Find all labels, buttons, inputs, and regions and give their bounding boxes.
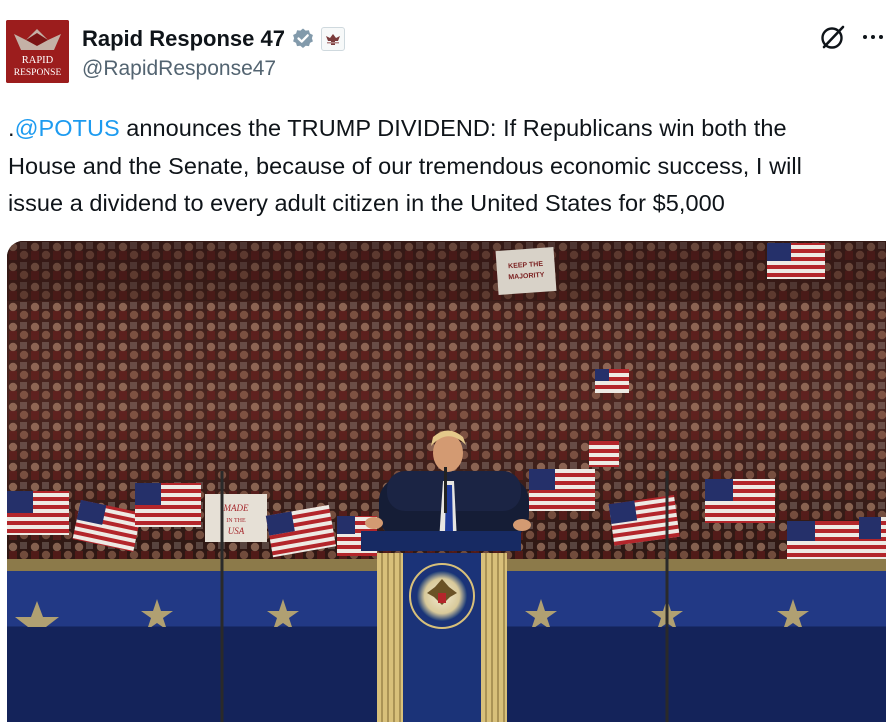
tweet-media-image[interactable]: KEEP THE MAJORITY MADE IN THE USA xyxy=(7,241,886,722)
presidential-podium xyxy=(361,531,521,722)
name-row: Rapid Response 47 xyxy=(82,24,345,54)
tweet-line-3: issue a dividend to every adult citizen … xyxy=(8,190,725,216)
tweet-text: .@POTUS announces the TRUMP DIVIDEND: If… xyxy=(8,110,878,223)
sign-keep-the-majority: KEEP THE MAJORITY xyxy=(495,247,557,295)
sign-made-in-usa: MADE IN THE USA xyxy=(205,494,267,542)
tweet-line-1: .@POTUS announces the TRUMP DIVIDEND: If… xyxy=(8,110,878,148)
grok-slash-circle-icon[interactable] xyxy=(818,22,848,52)
mention-link[interactable]: @POTUS xyxy=(15,115,120,141)
tweet-header: RAPID RESPONSE Rapid Response 47 @RapidR… xyxy=(0,0,886,100)
tweet-prefix: . xyxy=(8,115,15,141)
avatar[interactable]: RAPID RESPONSE xyxy=(6,20,69,83)
avatar-text-1: RAPID xyxy=(22,55,54,66)
eagle-seal-icon xyxy=(325,34,340,45)
verified-badge-icon[interactable] xyxy=(291,27,315,51)
tweet-line-1-text: announces the TRUMP DIVIDEND: If Republi… xyxy=(119,115,787,141)
more-dots-icon[interactable] xyxy=(860,24,886,50)
tweet-line-2: House and the Senate, because of our tre… xyxy=(8,152,802,179)
svg-text:MADE: MADE xyxy=(223,503,249,513)
avatar-logo-icon: RAPID RESPONSE xyxy=(6,20,69,83)
seal-badge-icon[interactable] xyxy=(320,27,345,51)
display-name[interactable]: Rapid Response 47 xyxy=(82,26,285,52)
rally-photo: KEEP THE MAJORITY MADE IN THE USA xyxy=(7,241,886,722)
svg-text:USA: USA xyxy=(228,526,245,536)
svg-text:IN THE: IN THE xyxy=(226,518,246,524)
handle[interactable]: @RapidResponse47 xyxy=(82,57,276,81)
avatar-text-2: RESPONSE xyxy=(14,68,62,78)
